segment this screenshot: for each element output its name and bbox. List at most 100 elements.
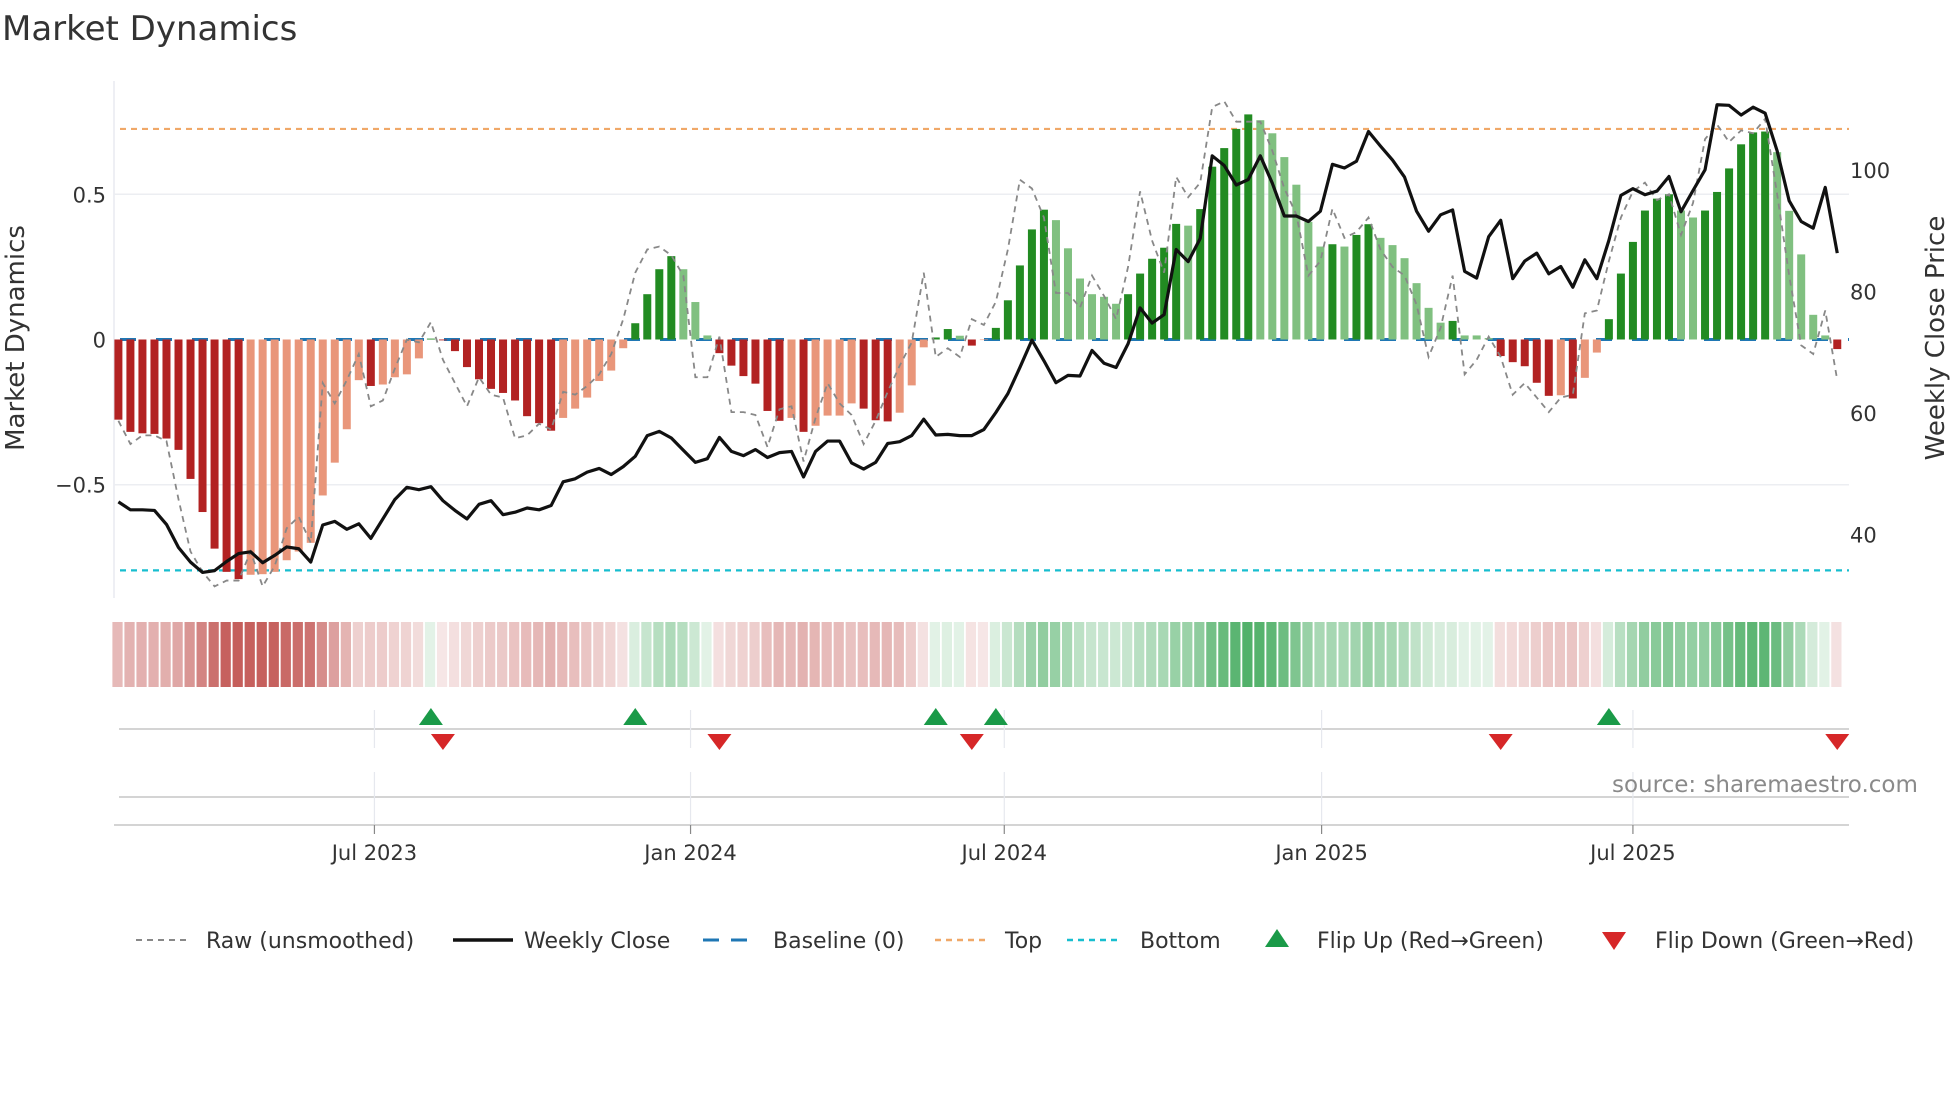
momentum-bar [1833, 339, 1842, 350]
heat-cell [1434, 622, 1445, 687]
heat-cell [1578, 622, 1590, 687]
momentum-bar [294, 339, 303, 552]
heat-cell [268, 622, 279, 687]
momentum-bar [138, 339, 147, 434]
heat-cell [533, 622, 544, 687]
x-tick-label: Jan 2025 [1273, 841, 1368, 865]
heat-cell [1422, 622, 1433, 687]
heat-cell [1074, 622, 1085, 687]
momentum-bar [318, 339, 327, 496]
flip-up-marker [418, 708, 443, 725]
heat-cell [280, 622, 291, 687]
legend: Raw (unsmoothed) Weekly Close Baseline (… [136, 929, 1914, 954]
heat-cell [400, 622, 412, 687]
x-tick-label: Jul 2024 [960, 841, 1047, 865]
heat-cell [436, 622, 448, 687]
heat-cell [1446, 622, 1457, 687]
flip-up-marker [623, 708, 648, 725]
legend-item-flip-down: Flip Down (Green→Red) [1602, 929, 1914, 954]
heat-cell [893, 622, 904, 687]
momentum-bar [354, 339, 363, 381]
momentum-bar [547, 339, 556, 431]
chart-title: Market Dynamics [2, 9, 297, 49]
heat-cell [412, 622, 424, 687]
momentum-bar [1076, 278, 1084, 340]
heat-cell [1747, 622, 1758, 687]
momentum-bar [1592, 339, 1601, 353]
heat-cell [521, 622, 532, 687]
momentum-bar [811, 339, 820, 426]
momentum-bar [1725, 168, 1734, 340]
market-dynamics-chart: Market Dynamics 0.5 0 −0.5 40 60 80 100 Jul 2… [1, 9, 1951, 954]
heat-cell [1278, 622, 1289, 687]
source-watermark: source: sharemaestro.com [1612, 772, 1918, 798]
momentum-bar [1761, 131, 1770, 340]
y2-tick-label: 60 [1850, 402, 1877, 426]
legend-item-close: Weekly Close [453, 929, 670, 954]
heat-cell [1602, 622, 1614, 687]
legend-item-flip-up: Flip Up (Red→Green) [1265, 929, 1544, 954]
heat-cell [1182, 622, 1193, 687]
heat-cell [821, 622, 832, 687]
heat-cell [653, 622, 664, 687]
heat-cell [1554, 622, 1566, 687]
raw-line [117, 100, 1839, 589]
heat-cell [641, 622, 652, 687]
momentum-bar [1039, 209, 1048, 340]
heat-cell [1458, 622, 1469, 687]
heat-cell [148, 622, 159, 687]
momentum-bar [1256, 120, 1265, 340]
momentum-bar [1148, 258, 1157, 340]
momentum-bar [1689, 217, 1698, 340]
momentum-bar [246, 339, 255, 575]
flip-down-marker [430, 734, 455, 750]
heat-cell [1819, 622, 1830, 687]
momentum-bar [1184, 225, 1193, 340]
heat-cell [1254, 622, 1265, 687]
momentum-bar [1244, 114, 1253, 340]
momentum-bar [1015, 265, 1024, 340]
y2-axis-label: Weekly Close Price [1921, 216, 1951, 461]
heat-cell [917, 622, 928, 687]
momentum-heat-strip [112, 622, 1842, 687]
heat-cell [1350, 622, 1361, 687]
heat-cell [905, 622, 916, 687]
momentum-bar [1628, 241, 1637, 340]
heat-cell [749, 622, 760, 687]
momentum-bar [883, 339, 892, 422]
momentum-bar [1220, 148, 1229, 340]
heat-cell [136, 622, 147, 687]
momentum-bar [991, 327, 1000, 340]
right-axis-ticks: 40 60 80 100 [1850, 159, 1890, 548]
heat-cell [364, 622, 376, 687]
heat-cell [1398, 622, 1409, 687]
y2-tick-label: 100 [1850, 159, 1890, 183]
momentum-bar [499, 339, 508, 393]
heat-cell [1362, 622, 1373, 687]
momentum-bar [1027, 229, 1036, 340]
heat-cell [424, 622, 436, 687]
momentum-bar [114, 339, 123, 420]
heat-cell [1170, 622, 1181, 687]
heat-cell [1302, 622, 1313, 687]
heat-cell [1711, 622, 1722, 687]
heat-cell [196, 622, 207, 687]
heat-cell [1566, 622, 1578, 687]
heat-cell [1086, 622, 1097, 687]
momentum-bar [943, 329, 952, 340]
momentum-bar [1737, 144, 1746, 340]
heat-cell [1614, 622, 1626, 687]
heat-cell [1134, 622, 1145, 687]
heat-cell [292, 622, 303, 687]
momentum-bar [1280, 157, 1289, 340]
momentum-bar [1412, 283, 1421, 340]
heat-cell [1518, 622, 1529, 687]
momentum-bar [1340, 246, 1349, 340]
momentum-bar [739, 339, 748, 377]
heat-cell [1831, 622, 1842, 687]
momentum-bar [1424, 307, 1433, 340]
heat-cell [1506, 622, 1517, 687]
legend-raw-label: Raw (unsmoothed) [206, 929, 414, 954]
heat-cell [617, 622, 628, 687]
heat-cell [1049, 622, 1061, 687]
